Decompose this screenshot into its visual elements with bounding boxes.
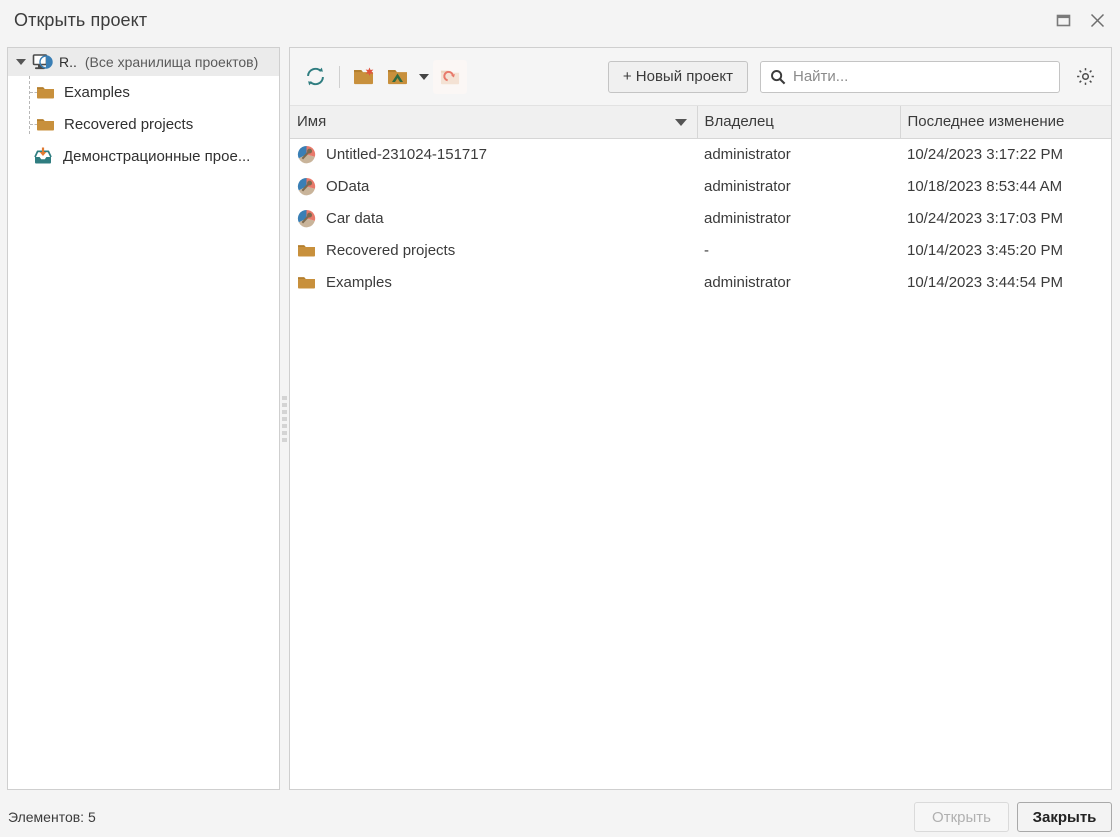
projects-table: Имя Владелец Последнее изменение Untitle… — [290, 106, 1111, 298]
folder-icon — [298, 277, 315, 289]
close-button-dialog[interactable]: Закрыть — [1017, 802, 1112, 832]
search-input[interactable] — [786, 67, 1059, 86]
cell-owner: administrator — [704, 145, 791, 163]
column-header-label: Владелец — [704, 113, 774, 131]
project-icon — [297, 145, 316, 164]
table-row[interactable]: Recovered projects - 10/14/2023 3:45:20 … — [290, 234, 1111, 266]
project-name: Recovered projects — [326, 241, 456, 259]
project-name: Car data — [326, 209, 384, 227]
settings-button[interactable] — [1069, 61, 1101, 93]
clone-folder-icon — [440, 70, 459, 84]
cell-modified: 10/14/2023 3:45:20 PM — [907, 241, 1063, 259]
open-folder-icon — [388, 70, 407, 85]
tree-root-item[interactable]: R.. (Все хранилища проектов) — [8, 48, 279, 76]
close-button[interactable] — [1080, 4, 1114, 36]
open-button[interactable]: Открыть — [914, 802, 1009, 832]
column-header-label: Имя — [297, 113, 327, 131]
tree-root-sublabel: (Все хранилища проектов) — [84, 54, 259, 70]
panel-splitter[interactable] — [280, 47, 289, 790]
cell-modified: 10/14/2023 3:44:54 PM — [907, 273, 1063, 291]
refresh-icon — [306, 67, 324, 86]
cell-name: OData — [290, 170, 697, 202]
tree-item-label: Examples — [64, 83, 130, 101]
item-count-label: Элементов: 5 — [8, 809, 96, 825]
table-body: Untitled-231024-151717 administrator 10/… — [290, 138, 1111, 298]
tree-item-label: Демонстрационные прое... — [63, 147, 251, 165]
folder-icon — [37, 87, 54, 99]
tree-item-demo-projects[interactable]: Демонстрационные прое... — [8, 140, 279, 172]
page-title: Открыть проект — [14, 9, 148, 30]
cell-modified: 10/18/2023 8:53:44 AM — [907, 177, 1063, 195]
new-folder-button[interactable] — [347, 60, 381, 94]
tree-item-recovered-projects[interactable]: Recovered projects — [8, 108, 279, 140]
project-icon — [297, 177, 316, 195]
table-row[interactable]: Untitled-231024-151717 administrator 10/… — [290, 138, 1111, 170]
status-bar: Элементов: 5 Открыть Закрыть — [0, 797, 1120, 837]
table-header-row: Имя Владелец Последнее изменение — [290, 106, 1111, 139]
cell-name: Untitled-231024-151717 — [290, 138, 697, 170]
close-icon — [1090, 13, 1104, 27]
chevron-down-icon[interactable] — [16, 59, 26, 65]
search-field[interactable] — [760, 60, 1060, 93]
cell-modified: 10/24/2023 3:17:03 PM — [907, 209, 1063, 227]
table-row[interactable]: OData administrator 10/18/2023 8:53:44 A… — [290, 170, 1111, 202]
column-header-owner[interactable]: Владелец — [696, 106, 900, 139]
window-controls — [1046, 0, 1114, 40]
folder-icon — [37, 119, 54, 131]
refresh-button[interactable] — [298, 60, 332, 94]
gear-icon — [1076, 68, 1094, 85]
maximize-icon — [1056, 14, 1070, 26]
cell-owner: - — [704, 241, 709, 259]
column-header-name[interactable]: Имя — [290, 106, 697, 139]
column-header-label: Последнее изменение — [907, 113, 1065, 131]
tree-item-examples[interactable]: Examples — [8, 76, 279, 108]
projects-toolbar: + Новый проект — [290, 48, 1111, 106]
new-folder-icon — [354, 67, 374, 85]
download-tray-icon — [34, 147, 52, 164]
cell-owner: administrator — [704, 209, 791, 227]
cell-name: Car data — [290, 202, 697, 234]
splitter-grip[interactable] — [282, 395, 287, 442]
folder-icon — [298, 245, 315, 257]
toolbar-separator — [339, 65, 340, 88]
project-name: Examples — [326, 273, 392, 291]
new-project-button[interactable]: + Новый проект — [607, 60, 748, 93]
dialog-buttons: Открыть Закрыть — [914, 797, 1112, 837]
tree-root-label: R.. — [59, 54, 77, 70]
cell-owner: administrator — [704, 177, 791, 195]
cell-modified: 10/24/2023 3:17:22 PM — [907, 145, 1063, 163]
chevron-down-icon[interactable] — [419, 73, 429, 80]
project-name: Untitled-231024-151717 — [326, 145, 487, 163]
project-icon — [297, 209, 316, 227]
open-project-dialog: Открыть проект R.. (Все хранилища проект… — [0, 0, 1120, 837]
search-icon — [771, 69, 786, 84]
clone-folder-button[interactable] — [433, 59, 467, 94]
table-row[interactable]: Car data administrator 10/24/2023 3:17:0… — [290, 202, 1111, 234]
open-folder-button[interactable] — [381, 60, 415, 94]
maximize-button[interactable] — [1046, 4, 1080, 36]
tree-item-label: Recovered projects — [64, 115, 194, 133]
titlebar: Открыть проект — [0, 0, 1120, 40]
sort-descending-icon — [674, 118, 687, 126]
cell-owner: administrator — [704, 273, 791, 291]
repository-icon — [32, 54, 53, 70]
repository-tree-panel: R.. (Все хранилища проектов) Examples Re… — [7, 47, 280, 790]
column-header-modified[interactable]: Последнее изменение — [899, 106, 1111, 139]
projects-panel: + Новый проект Найти... Имя Владелец Пос… — [289, 47, 1112, 790]
project-name: OData — [326, 177, 370, 195]
cell-name: Examples — [290, 266, 697, 298]
cell-name: Recovered projects — [290, 234, 697, 266]
table-row[interactable]: Examples administrator 10/14/2023 3:44:5… — [290, 266, 1111, 298]
